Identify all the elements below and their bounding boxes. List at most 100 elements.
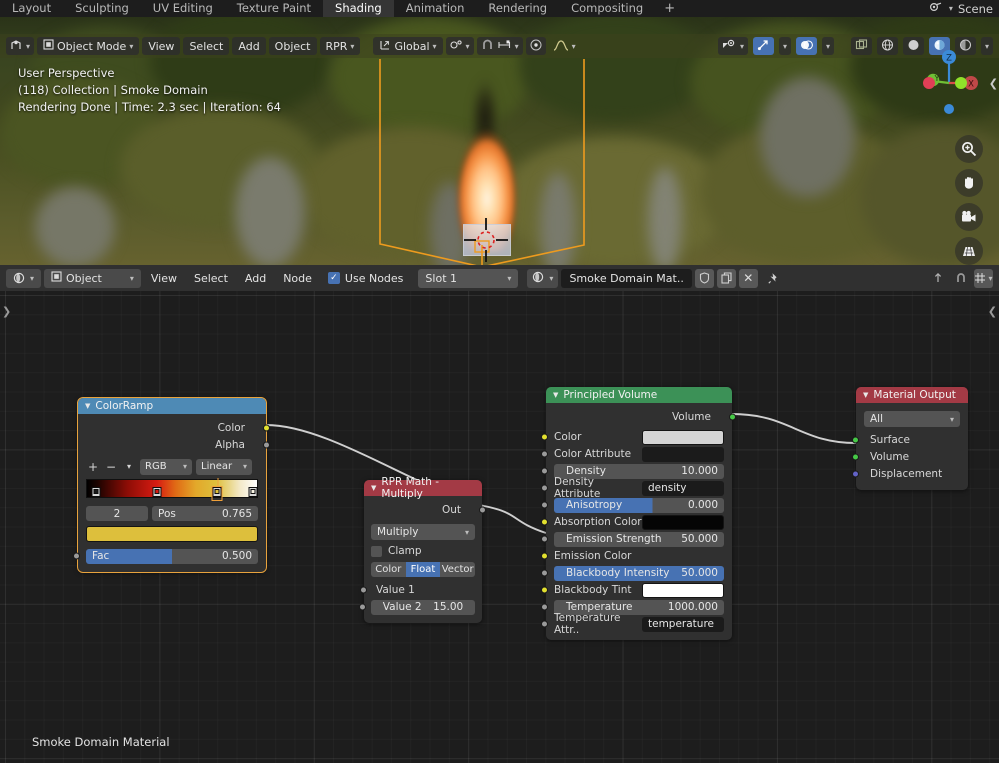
camera-view-icon[interactable] bbox=[955, 203, 983, 231]
colorramp-fac-slider[interactable]: Fac 0.500 bbox=[86, 548, 258, 564]
shader-node-editor[interactable]: ❯ ❮ ▼ ColorRamp Color Alpha + − ▾ RGB ▾ … bbox=[0, 291, 999, 763]
proportional-node-button[interactable] bbox=[951, 269, 970, 288]
socket-absorption-color-in[interactable] bbox=[541, 518, 548, 526]
pv-row-blackbody-intensity[interactable]: Blackbody Intensity 50.000 bbox=[541, 565, 732, 581]
socket-blackbody-intensity-in[interactable] bbox=[541, 569, 548, 577]
overlays-toggle[interactable] bbox=[795, 37, 817, 55]
visibility-dropdown[interactable]: ▾ bbox=[717, 37, 748, 55]
pv-row-absorption-color[interactable]: Absorption Color bbox=[541, 514, 732, 530]
scene-name-label[interactable]: Scene bbox=[958, 2, 993, 16]
colorramp-selected-color-swatch[interactable] bbox=[86, 526, 258, 542]
socket-density-in[interactable] bbox=[541, 467, 548, 475]
colorramp-output-alpha[interactable]: Alpha bbox=[78, 437, 270, 453]
colorramp-stop-1[interactable] bbox=[152, 487, 162, 500]
socket-density-attribute-in[interactable] bbox=[541, 484, 548, 492]
pv-blackbody-tint-swatch[interactable] bbox=[642, 582, 724, 598]
collapse-triangle-icon[interactable]: ▼ bbox=[371, 484, 376, 492]
socket-volume-out[interactable] bbox=[729, 413, 736, 421]
colorramp-stop-0[interactable] bbox=[91, 487, 101, 500]
workspace-tab-uv-editing[interactable]: UV Editing bbox=[141, 0, 225, 17]
datatype-color-button[interactable]: Color bbox=[371, 562, 406, 577]
principled-volume-header[interactable]: ▼ Principled Volume bbox=[546, 387, 732, 403]
shader-menu-node[interactable]: Node bbox=[276, 269, 319, 288]
shader-menu-view[interactable]: View bbox=[144, 269, 184, 288]
rpr-math-value2-row[interactable]: Value 2 15.00 bbox=[359, 599, 482, 615]
principled-volume-output-volume[interactable]: Volume bbox=[546, 409, 736, 425]
colorramp-fac-row[interactable]: Fac 0.500 bbox=[73, 548, 266, 564]
workspace-tab-texture-paint[interactable]: Texture Paint bbox=[225, 0, 323, 17]
xray-toggle[interactable] bbox=[850, 37, 872, 55]
socket-color-in[interactable] bbox=[541, 433, 548, 441]
colorramp-header[interactable]: ▼ ColorRamp bbox=[78, 398, 266, 414]
colorramp-menu-button[interactable]: ▾ bbox=[122, 462, 136, 471]
viewport-menu-view[interactable]: View bbox=[142, 37, 181, 55]
socket-blackbody-tint-in[interactable] bbox=[541, 586, 548, 594]
pv-absorption-color-swatch[interactable] bbox=[642, 514, 724, 530]
colorramp-stop-2-active[interactable] bbox=[211, 478, 223, 501]
clamp-checkbox-icon[interactable] bbox=[371, 545, 382, 557]
use-nodes-checkbox-icon[interactable]: ✓ bbox=[327, 272, 340, 284]
node-rpr-math-multiply[interactable]: ▼ RPR Math - Multiply Out Multiply ▾ Cla… bbox=[359, 476, 486, 623]
shader-type-dropdown[interactable]: Object ▾ bbox=[44, 268, 141, 288]
material-output-header[interactable]: ▼ Material Output bbox=[856, 387, 968, 403]
pv-row-emission-strength[interactable]: Emission Strength 50.000 bbox=[541, 531, 732, 547]
pv-temperature-attribute-field[interactable]: temperature bbox=[642, 616, 724, 632]
pv-color-swatch[interactable] bbox=[642, 429, 724, 445]
datatype-float-button[interactable]: Float bbox=[405, 562, 441, 577]
socket-emission-strength-in[interactable] bbox=[541, 535, 548, 543]
scene-chevron-icon[interactable]: ▾ bbox=[949, 4, 953, 13]
pivot-point-dropdown[interactable]: ▾ bbox=[445, 37, 474, 55]
node-material-output[interactable]: ▼ Material Output All ▾ Surface Volume D… bbox=[852, 387, 968, 490]
viewport-menu-object[interactable]: Object bbox=[268, 37, 317, 55]
browse-material-dropdown[interactable]: ▾ bbox=[527, 268, 559, 288]
socket-surface-in[interactable] bbox=[852, 436, 859, 444]
datatype-vector-button[interactable]: Vector bbox=[440, 562, 476, 577]
pin-button[interactable] bbox=[765, 269, 784, 288]
viewport-menu-add[interactable]: Add bbox=[232, 37, 266, 55]
viewport-menu-rpr[interactable]: RPR ▾ bbox=[319, 37, 361, 55]
colorramp-remove-stop-button[interactable]: − bbox=[104, 460, 118, 474]
navigation-gizmo[interactable]: Z X Y bbox=[913, 47, 985, 119]
use-nodes-toggle[interactable]: ✓ Use Nodes bbox=[322, 272, 410, 285]
gizmo-toggle[interactable] bbox=[752, 37, 774, 55]
pv-anisotropy-slider[interactable]: Anisotropy 0.000 bbox=[554, 497, 724, 513]
collapse-triangle-icon[interactable]: ▼ bbox=[863, 391, 868, 399]
pv-color-attribute-field[interactable] bbox=[642, 446, 724, 462]
collapse-triangle-icon[interactable]: ▼ bbox=[553, 391, 558, 399]
rpr-math-output-out[interactable]: Out bbox=[364, 502, 486, 518]
proportional-editing-icon[interactable] bbox=[497, 39, 512, 54]
transform-orientation-dropdown[interactable]: Global ▾ bbox=[373, 37, 443, 55]
pv-row-emission-color[interactable]: Emission Color bbox=[541, 548, 732, 564]
object-mode-dropdown[interactable]: Object Mode ▾ bbox=[37, 37, 140, 55]
colorramp-interpolation-dropdown[interactable]: Linear ▾ bbox=[196, 458, 252, 475]
socket-alpha-out[interactable] bbox=[263, 441, 270, 449]
pv-emission-strength-slider[interactable]: Emission Strength 50.000 bbox=[554, 531, 724, 547]
workspace-tab-sculpting[interactable]: Sculpting bbox=[63, 0, 141, 17]
socket-anisotropy-in[interactable] bbox=[541, 501, 548, 509]
proportional-falloff-dropdown[interactable] bbox=[525, 37, 546, 55]
pv-blackbody-intensity-slider[interactable]: Blackbody Intensity 50.000 bbox=[554, 565, 724, 581]
editor-type-shader-icon[interactable]: ▾ bbox=[6, 268, 42, 288]
collapse-sidebar-icon[interactable]: ❮ bbox=[989, 77, 998, 90]
falloff-smooth-dropdown[interactable]: ▾ bbox=[549, 37, 580, 55]
socket-out[interactable] bbox=[479, 506, 486, 514]
rpr-math-operation-dropdown[interactable]: Multiply ▾ bbox=[371, 524, 475, 540]
socket-value2-in[interactable] bbox=[359, 603, 366, 611]
editor-type-3dview-icon[interactable]: ▾ bbox=[6, 37, 35, 55]
workspace-tab-animation[interactable]: Animation bbox=[394, 0, 477, 17]
pv-density-attribute-field[interactable]: density bbox=[642, 480, 724, 496]
socket-value1-in[interactable] bbox=[360, 586, 367, 594]
colorramp-color-mode-dropdown[interactable]: RGB ▾ bbox=[140, 458, 192, 475]
open-sidebar-icon[interactable]: ❮ bbox=[988, 305, 997, 318]
pv-row-temperature-attribute[interactable]: Temperature Attr.. temperature bbox=[541, 612, 732, 636]
pv-row-density-attribute[interactable]: Density Attribute density bbox=[541, 476, 732, 500]
add-workspace-button[interactable]: + bbox=[655, 0, 684, 17]
socket-displacement-in[interactable] bbox=[852, 470, 859, 478]
colorramp-index-field[interactable]: 2 bbox=[86, 506, 148, 521]
material-name-field[interactable]: Smoke Domain Mat.. bbox=[561, 268, 692, 288]
rpr-math-clamp-row[interactable]: Clamp bbox=[364, 545, 482, 557]
node-principled-volume[interactable]: ▼ Principled Volume Volume Color Color A… bbox=[541, 387, 736, 640]
pv-row-anisotropy[interactable]: Anisotropy 0.000 bbox=[541, 497, 732, 513]
shader-menu-add[interactable]: Add bbox=[238, 269, 273, 288]
rpr-math-datatype-group[interactable]: Color Float Vector bbox=[364, 562, 482, 577]
